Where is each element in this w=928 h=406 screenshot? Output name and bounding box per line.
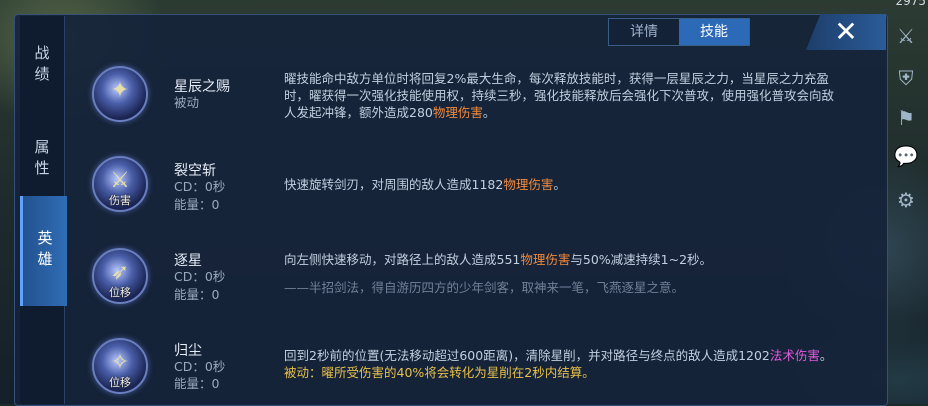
skill-tag: 伤害: [109, 194, 131, 207]
skill-cd: CD：0秒: [174, 269, 226, 284]
star-sword-icon[interactable]: ✦: [92, 66, 148, 122]
chat-icon[interactable]: 💬: [892, 142, 920, 170]
skill-row-3: ✧ 位移 归尘 CD：0秒 能量：0 回到2秒前的位置(无法移动超过600距离)…: [88, 334, 878, 404]
close-icon: ✕: [834, 15, 858, 48]
side-tab-hero[interactable]: 英雄: [20, 196, 67, 306]
skill-description: 回到2秒前的位置(无法移动超过600距离)，清除星削，并对路径与终点的敌人造成1…: [284, 348, 833, 363]
skill-name: 逐星: [174, 253, 202, 269]
return-dust-icon[interactable]: ✧ 位移: [92, 338, 148, 394]
hud-counter: 2975: [895, 0, 926, 8]
skill-name: 星辰之赐: [174, 79, 230, 95]
skill-energy: 能量：0: [174, 376, 220, 391]
shield-icon[interactable]: ⛨: [892, 64, 920, 92]
skill-energy: 能量：0: [174, 197, 220, 212]
top-tab-bar: 详情 技能: [608, 18, 750, 46]
side-tab-record[interactable]: 战绩: [20, 26, 64, 106]
dash-star-icon[interactable]: ➶ 位移: [92, 248, 148, 304]
skill-description: 快速旋转剑刃，对周围的敌人造成1182物理伤害。: [284, 177, 566, 192]
tab-details[interactable]: 详情: [609, 19, 679, 45]
settings-icon[interactable]: ⚙: [892, 186, 920, 214]
skill-tag: 位移: [109, 286, 131, 299]
blade-spin-icon[interactable]: ⚔ 伤害: [92, 156, 148, 212]
skill-type: 被动: [174, 95, 200, 110]
sword-icon[interactable]: ⚔: [892, 22, 920, 50]
skill-quote: ——半招剑法，得自游历四方的少年剑客，取神来一笔，飞燕逐星之意。: [284, 280, 685, 295]
tab-skills[interactable]: 技能: [679, 19, 749, 45]
skill-tag: 位移: [109, 376, 131, 389]
side-tab-attributes[interactable]: 属性: [20, 120, 64, 200]
skill-description: 向左侧快速移动，对路径上的敌人造成551物理伤害与50%减速持续1~2秒。: [284, 252, 713, 267]
skill-name: 归尘: [174, 343, 202, 359]
skill-row-1: ⚔ 伤害 裂空斩 CD：0秒 能量：0 快速旋转剑刃，对周围的敌人造成1182物…: [88, 150, 878, 220]
skill-description: 曜技能命中敌方单位时将回复2%最大生命，每次释放技能时，获得一层星辰之力，当星辰…: [284, 71, 835, 120]
skill-cd: CD：0秒: [174, 359, 226, 374]
skill-name: 裂空斩: [174, 163, 216, 179]
side-tab-bar: 战绩 属性 英雄: [20, 16, 67, 404]
skill-energy: 能量：0: [174, 287, 220, 302]
flag-icon[interactable]: ⚑: [892, 104, 920, 132]
skill-cd: CD：0秒: [174, 179, 226, 194]
skill-row-2: ➶ 位移 逐星 CD：0秒 能量：0 向左侧快速移动，对路径上的敌人造成551物…: [88, 242, 878, 312]
skill-passive-note: 被动：曜所受伤害的40%将会转化为星削在2秒内结算。: [284, 365, 595, 380]
skill-row-passive: ✦ 星辰之赐 被动 曜技能命中敌方单位时将回复2%最大生命，每次释放技能时，获得…: [88, 60, 878, 130]
